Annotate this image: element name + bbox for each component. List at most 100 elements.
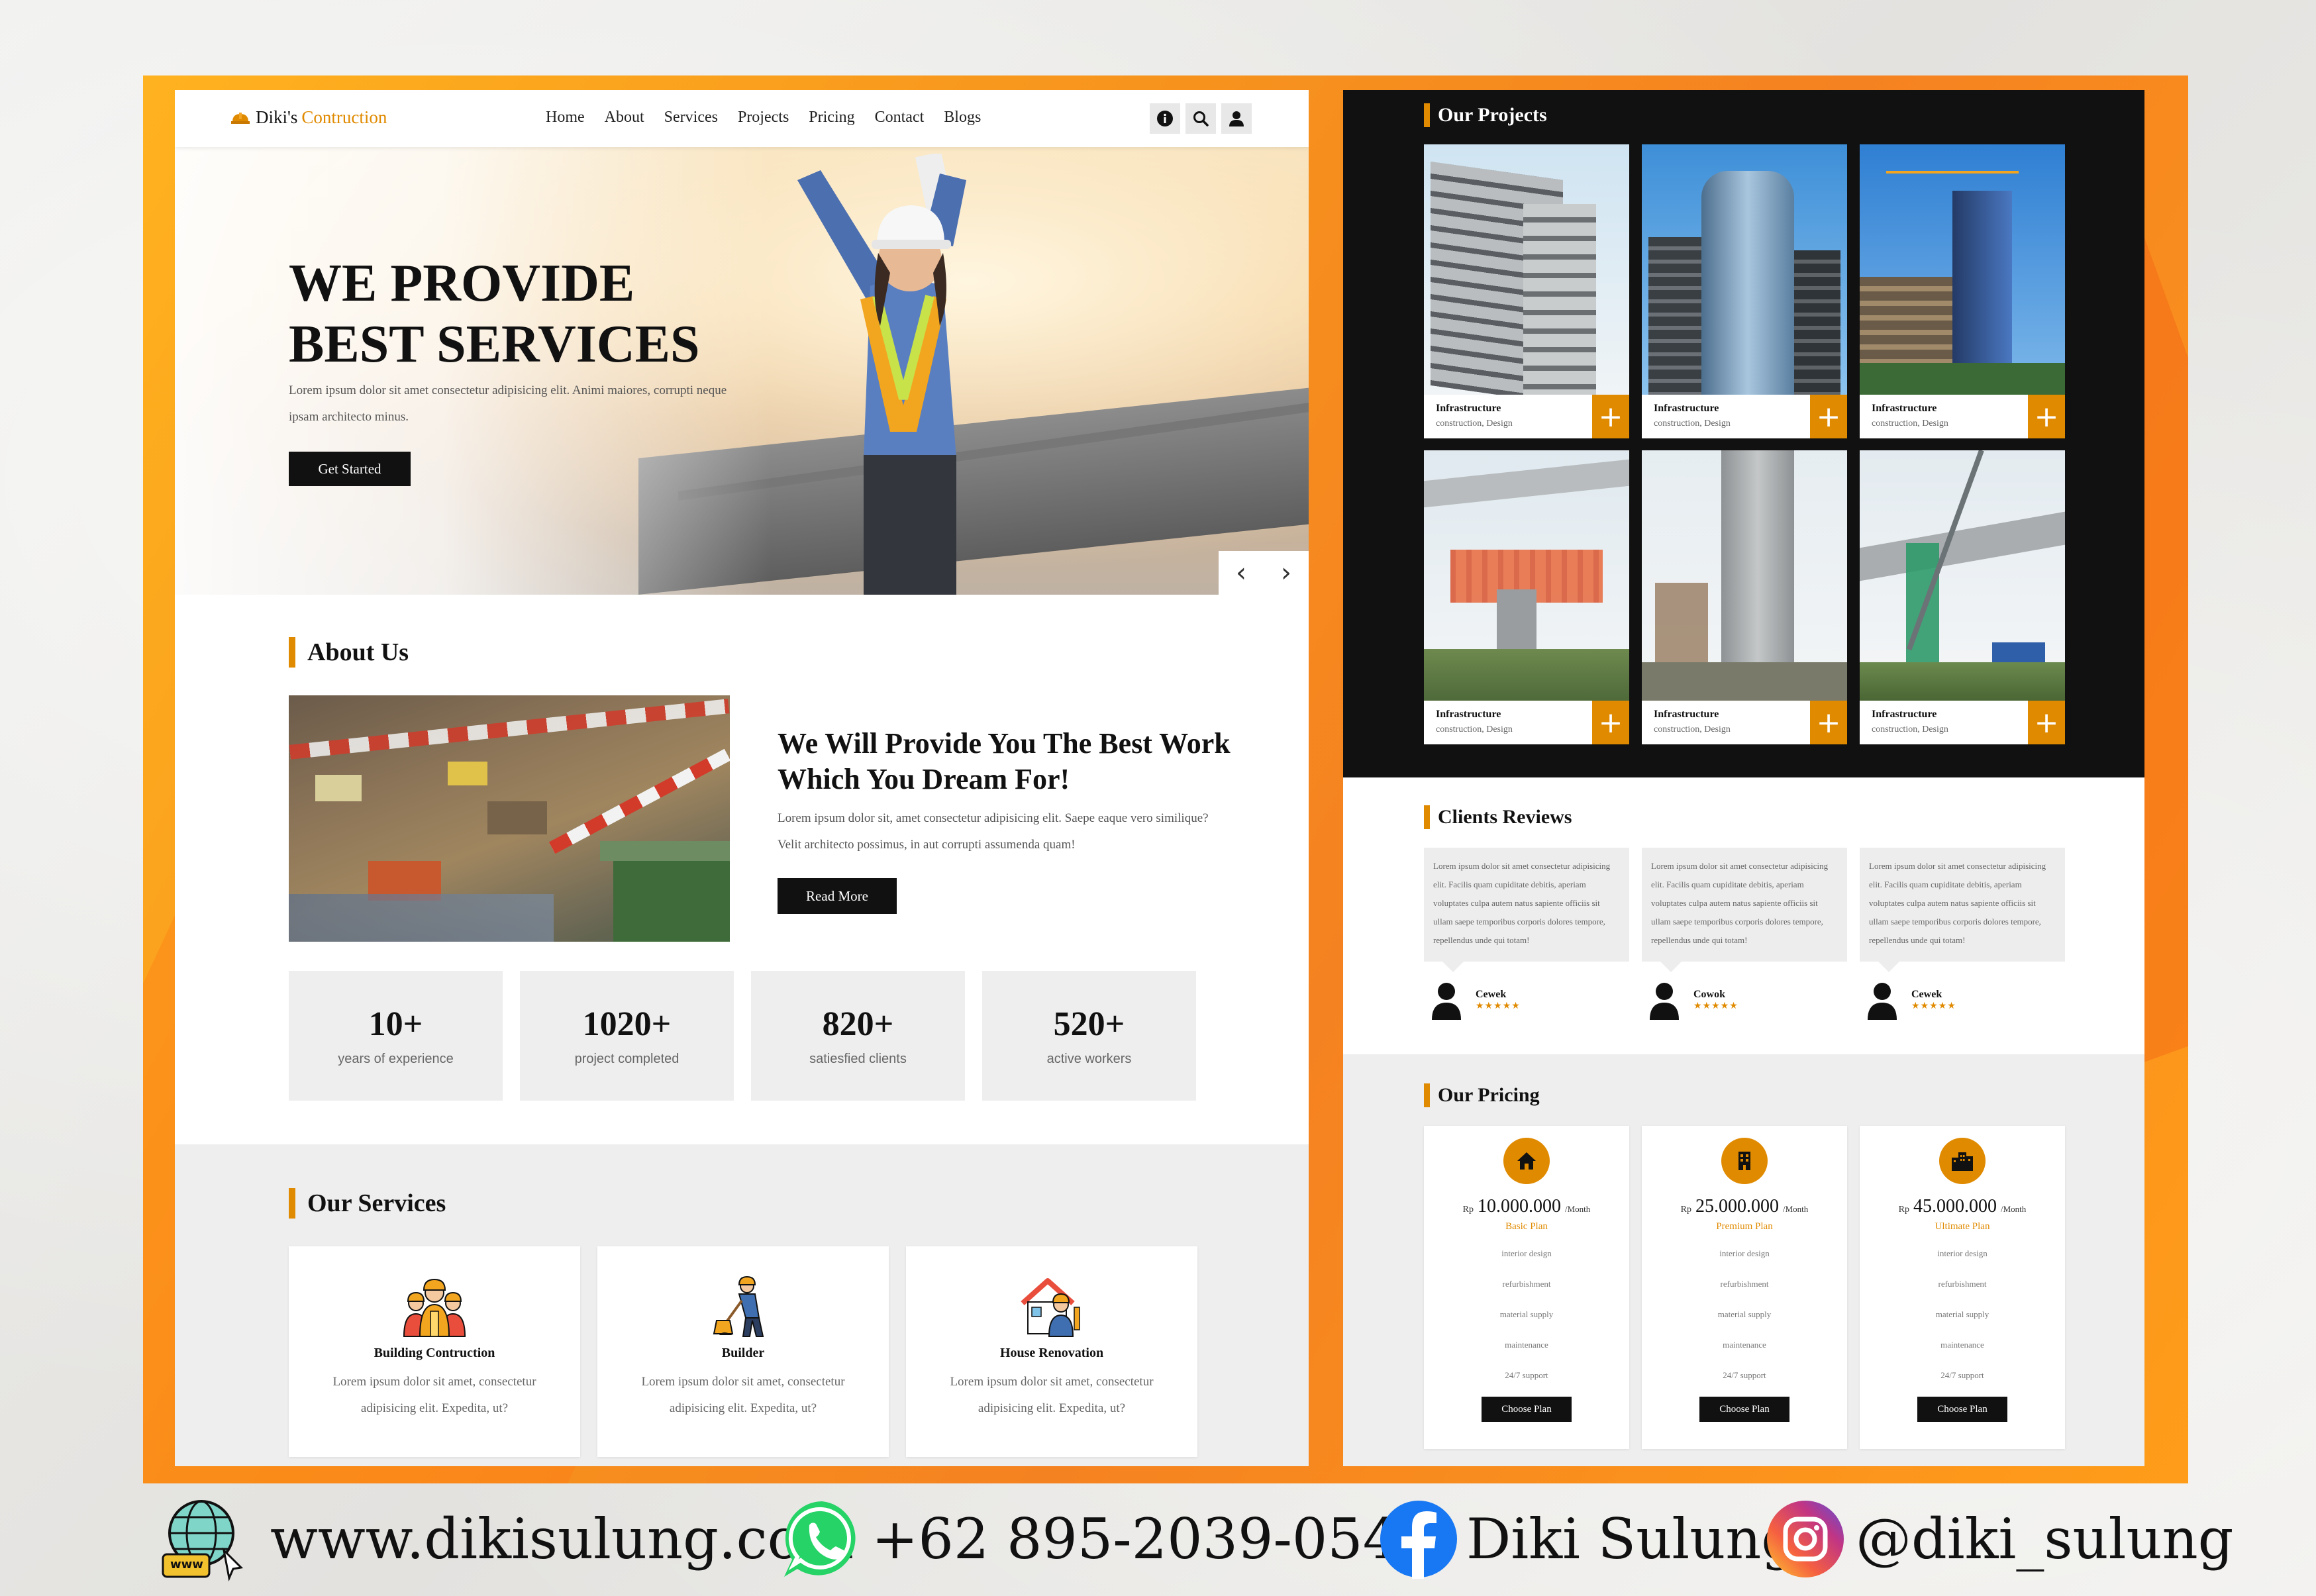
about-description: Lorem ipsum dolor sit, amet consectetur …: [778, 811, 1209, 852]
plan-feature: interior design: [1937, 1248, 1988, 1258]
plan-icon-badge: [1721, 1138, 1768, 1184]
nav-about[interactable]: About: [605, 109, 644, 126]
nav-blogs[interactable]: Blogs: [944, 109, 981, 126]
review-author-name: Cowok: [1693, 989, 1726, 1000]
review-author-name: Cewek: [1911, 989, 1942, 1000]
project-expand-button[interactable]: +: [2028, 395, 2065, 438]
stat-value: 820+: [822, 1005, 894, 1043]
project-tags: construction, Design: [1654, 419, 1731, 428]
service-card-building[interactable]: Building Contruction Lorem ipsum dolor s…: [289, 1246, 580, 1457]
about-section-title: About Us: [289, 637, 409, 668]
project-tags: construction, Design: [1872, 419, 1948, 428]
reviews-title-text: Clients Reviews: [1438, 806, 1572, 828]
service-name: Builder: [721, 1346, 765, 1360]
stat-value: 1020+: [582, 1005, 672, 1043]
star-rating-icon: ★★★★★: [1693, 1001, 1738, 1011]
info-button[interactable]: [1150, 103, 1180, 134]
plan-features: interior design refurbishment material s…: [1936, 1248, 1989, 1383]
title-accent-bar: [1424, 805, 1430, 829]
facebook-name: Diki Sulung: [1466, 1507, 1797, 1571]
pricing-card-ultimate: Rp 45.000.000 /Month Ultimate Plan inter…: [1860, 1126, 2065, 1449]
title-accent-bar: [1424, 103, 1430, 127]
project-card[interactable]: Infrastructure construction, Design +: [1424, 144, 1629, 438]
review-card: Lorem ipsum dolor sit amet consectetur a…: [1424, 848, 1629, 1020]
website-contact[interactable]: www www.dikisulung.com: [160, 1493, 854, 1585]
nav-pricing[interactable]: Pricing: [809, 109, 854, 126]
project-card[interactable]: Infrastructure construction, Design +: [1642, 450, 1847, 744]
service-card-builder[interactable]: Builder Lorem ipsum dolor sit amet, cons…: [597, 1246, 889, 1457]
plan-feature: 24/7 support: [1505, 1370, 1548, 1380]
review-author: Cowok ★★★★★: [1648, 980, 1847, 1020]
project-caption: Infrastructure construction, Design +: [1860, 395, 2065, 438]
stat-value: 10+: [368, 1005, 423, 1043]
plus-icon: +: [1598, 705, 1623, 740]
search-icon: [1193, 111, 1209, 126]
slider-next-button[interactable]: ›: [1264, 551, 1309, 595]
plan-feature: 24/7 support: [1723, 1370, 1766, 1380]
project-expand-button[interactable]: +: [1592, 701, 1629, 744]
projects-title-text: Our Projects: [1438, 104, 1547, 126]
nav-icon-group: [1150, 103, 1252, 134]
stats-row: 10+ years of experience 1020+ project co…: [289, 971, 1196, 1101]
choose-plan-button[interactable]: Choose Plan: [1699, 1397, 1789, 1422]
account-button[interactable]: [1221, 103, 1252, 134]
plan-icon-badge: [1503, 1138, 1550, 1184]
title-accent-bar: [289, 637, 295, 668]
pricing-section-title: Our Pricing: [1424, 1083, 1540, 1107]
project-caption: Infrastructure construction, Design +: [1424, 395, 1629, 438]
phone-number: +62 895-2039-0548: [872, 1507, 1434, 1571]
service-name: House Renovation: [999, 1346, 1104, 1360]
brand-name-part2: Contruction: [301, 107, 387, 127]
user-icon: [1229, 111, 1244, 126]
project-name: Infrastructure: [1654, 403, 1719, 414]
choose-plan-button[interactable]: Choose Plan: [1917, 1397, 2007, 1422]
plan-currency: Rp: [1898, 1205, 1910, 1215]
builder-icon: [713, 1275, 764, 1337]
stat-label: active workers: [1046, 1052, 1132, 1066]
facebook-contact[interactable]: Diki Sulung: [1378, 1493, 1797, 1585]
whatsapp-contact[interactable]: +62 895-2039-0548: [779, 1493, 1434, 1585]
projects-section-title: Our Projects: [1424, 103, 1547, 127]
instagram-handle: @diki_sulung: [1856, 1507, 2234, 1571]
pricing-card-premium: Rp 25.000.000 /Month Premium Plan interi…: [1642, 1126, 1847, 1449]
plus-icon: +: [2034, 705, 2059, 740]
instagram-contact[interactable]: @diki_sulung: [1764, 1493, 2233, 1585]
city-icon: [1952, 1152, 1973, 1171]
choose-plan-button[interactable]: Choose Plan: [1482, 1397, 1572, 1422]
project-expand-button[interactable]: +: [1592, 395, 1629, 438]
nav-services[interactable]: Services: [664, 109, 718, 126]
stat-label: years of experience: [338, 1052, 454, 1066]
service-card-renovation[interactable]: House Renovation Lorem ipsum dolor sit a…: [906, 1246, 1197, 1457]
project-card[interactable]: Infrastructure construction, Design +: [1642, 144, 1847, 438]
plan-feature: maintenance: [1723, 1340, 1766, 1350]
plan-price: Rp 25.000.000 /Month: [1681, 1196, 1809, 1217]
slider-prev-button[interactable]: ‹: [1219, 551, 1264, 595]
stat-workers: 520+ active workers: [982, 971, 1196, 1101]
review-meta: Cewek ★★★★★: [1476, 989, 1521, 1011]
nav-home[interactable]: Home: [546, 109, 585, 126]
slider-controls: ‹ ›: [1219, 551, 1309, 595]
pricing-title-text: Our Pricing: [1438, 1084, 1540, 1106]
brand-logo[interactable]: Diki's Contruction: [230, 107, 387, 128]
building-icon: [1738, 1152, 1750, 1170]
get-started-button[interactable]: Get Started: [289, 452, 411, 486]
project-card[interactable]: Infrastructure construction, Design +: [1424, 450, 1629, 744]
read-more-button[interactable]: Read More: [778, 878, 897, 914]
project-card[interactable]: Infrastructure construction, Design +: [1860, 450, 2065, 744]
project-card[interactable]: Infrastructure construction, Design +: [1860, 144, 2065, 438]
nav-projects[interactable]: Projects: [738, 109, 789, 126]
nav-contact[interactable]: Contact: [875, 109, 925, 126]
plan-currency: Rp: [1462, 1205, 1474, 1215]
person-avatar-icon: [1432, 983, 1461, 1020]
project-expand-button[interactable]: +: [2028, 701, 2065, 744]
review-text: Lorem ipsum dolor sit amet consectetur a…: [1642, 848, 1847, 972]
navbar: Diki's Contruction Home About Services P…: [175, 90, 1309, 147]
chevron-right-icon: ›: [1281, 558, 1291, 588]
project-expand-button[interactable]: +: [1810, 395, 1847, 438]
hero-banner: WE PROVIDE BEST SERVICES Lorem ipsum dol…: [175, 147, 1309, 595]
service-description: Lorem ipsum dolor sit amet, consectetur …: [641, 1375, 845, 1415]
project-expand-button[interactable]: +: [1810, 701, 1847, 744]
search-button[interactable]: [1185, 103, 1216, 134]
plan-feature: refurbishment: [1720, 1279, 1769, 1289]
project-caption: Infrastructure construction, Design +: [1860, 701, 2065, 744]
